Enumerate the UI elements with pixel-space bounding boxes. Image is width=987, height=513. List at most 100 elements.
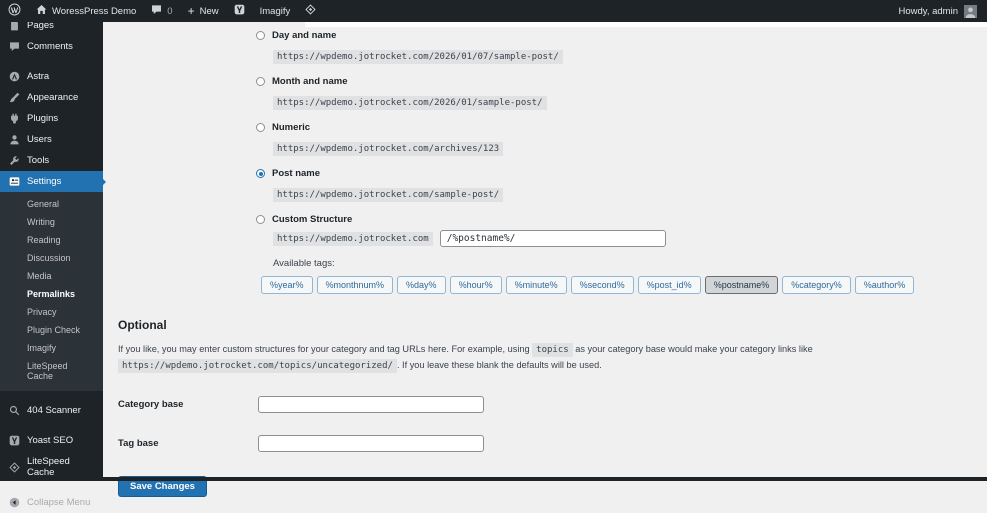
comments-icon xyxy=(8,41,20,52)
new-content-menu[interactable]: + New xyxy=(188,5,219,17)
tag-button-second[interactable]: %second% xyxy=(570,276,634,294)
settings-submenu-permalinks[interactable]: Permalinks xyxy=(0,285,103,303)
sidebar-item-settings[interactable]: Settings xyxy=(0,171,106,192)
tag-button-minute[interactable]: %minute% xyxy=(505,276,567,294)
radio-numeric[interactable] xyxy=(256,123,265,132)
home-icon xyxy=(36,4,47,18)
settings-submenu-privacy[interactable]: Privacy xyxy=(0,303,103,321)
sidebar-item-plugins[interactable]: Plugins xyxy=(0,108,103,129)
permalink-example: https://wpdemo.jotrocket.com/archives/12… xyxy=(273,138,987,156)
radio-custom-structure[interactable] xyxy=(256,215,265,224)
sidebar-item-label: Astra xyxy=(27,71,50,82)
sidebar-item-users[interactable]: Users xyxy=(0,129,103,150)
settings-submenu-reading[interactable]: Reading xyxy=(0,231,103,249)
site-name: WoressPress Demo xyxy=(52,5,137,17)
settings-icon xyxy=(8,176,20,187)
menu-gap xyxy=(0,421,103,430)
sidebar-item-label: 404 Scanner xyxy=(27,405,81,416)
users-icon xyxy=(8,134,20,145)
radio-post-name[interactable] xyxy=(256,169,265,178)
admin-bar: WoressPress Demo 0 + New Imagify Howdy, … xyxy=(0,0,987,22)
permalink-option-custom-structure[interactable]: Custom Structure xyxy=(256,214,987,225)
permalink-option-block: Numeric https://wpdemo.jotrocket.com/arch… xyxy=(256,122,987,156)
yoast-menu[interactable] xyxy=(234,4,245,18)
permalink-option-label: Post name xyxy=(272,168,321,179)
wordpress-logo-menu[interactable] xyxy=(8,3,21,19)
settings-submenu-writing[interactable]: Writing xyxy=(0,213,103,231)
permalink-example: https://wpdemo.jotrocket.com/sample-post… xyxy=(273,184,987,202)
permalink-option-label: Numeric xyxy=(272,122,311,133)
tag-button-year[interactable]: %year% xyxy=(261,276,313,294)
sidebar-item-label: Settings xyxy=(27,176,62,187)
main-content: Day and name https://wpdemo.jotrocket.com… xyxy=(103,22,987,497)
available-tags-row: %year% %monthnum% %day% %hour% %minute% %seco… xyxy=(261,276,987,294)
permalink-example: https://wpdemo.jotrocket.com/2026/01/07/… xyxy=(273,46,987,64)
sidebar-item-label: Collapse Menu xyxy=(27,497,91,508)
custom-structure-prefix: https://wpdemo.jotrocket.com xyxy=(273,231,433,246)
code-example-url: https://wpdemo.jotrocket.com/topics/unca… xyxy=(118,358,397,373)
sidebar-item-collapse-menu[interactable]: Collapse Menu xyxy=(0,492,103,513)
settings-submenu-general[interactable]: General xyxy=(0,195,103,213)
permalink-option-block: Custom Structure https://wpdemo.jotrocket… xyxy=(256,214,987,294)
permalink-example: https://wpdemo.jotrocket.com/2026/01/sam… xyxy=(273,92,987,110)
category-base-row: Category base xyxy=(118,395,987,413)
yoast-icon xyxy=(8,435,20,446)
permalink-option-block: Month and name https://wpdemo.jotrocket.c… xyxy=(256,76,987,110)
permalink-option-day-and-name[interactable]: Day and name xyxy=(256,30,987,41)
permalink-option-label: Day and name xyxy=(272,30,337,41)
imagify-menu[interactable]: Imagify xyxy=(260,6,291,17)
comments-menu[interactable]: 0 xyxy=(151,4,173,18)
howdy-menu[interactable]: Howdy, admin xyxy=(899,6,959,17)
tag-base-input[interactable] xyxy=(258,434,484,452)
sidebar-item-comments[interactable]: Comments xyxy=(0,36,103,57)
optional-section: Optional If you like, you may enter cust… xyxy=(103,306,987,497)
custom-structure-input[interactable] xyxy=(439,230,666,247)
sidebar-item-404-scanner[interactable]: 404 Scanner xyxy=(0,400,103,421)
tag-base-label: Tag base xyxy=(118,437,159,449)
settings-submenu-discussion[interactable]: Discussion xyxy=(0,249,103,267)
site-menu[interactable]: WoressPress Demo xyxy=(36,4,136,18)
radio-month-and-name[interactable] xyxy=(256,77,265,86)
appearance-icon xyxy=(8,92,20,103)
sidebar-item-tools[interactable]: Tools xyxy=(0,150,103,171)
tag-button-author[interactable]: %author% xyxy=(854,276,915,294)
settings-submenu-media[interactable]: Media xyxy=(0,267,103,285)
sidebar-item-label: Comments xyxy=(27,41,73,52)
tag-button-hour[interactable]: %hour% xyxy=(449,276,502,294)
radio-day-and-name[interactable] xyxy=(256,31,265,40)
litespeed-menu[interactable] xyxy=(305,4,316,18)
sidebar-item-label: Plugins xyxy=(27,113,59,124)
sidebar-item-label: Tools xyxy=(27,155,50,166)
comments-count: 0 xyxy=(167,5,173,17)
yoast-icon xyxy=(234,4,245,18)
description-text: . If you leave these blank the defaults … xyxy=(396,359,602,370)
sidebar-item-appearance[interactable]: Appearance xyxy=(0,87,103,108)
settings-submenu-plugin-check[interactable]: Plugin Check xyxy=(0,321,103,339)
sidebar-item-yoast-seo[interactable]: Yoast SEO xyxy=(0,430,103,451)
tag-button-postname[interactable]: %postname% xyxy=(704,276,779,294)
admin-bar-left: WoressPress Demo 0 + New Imagify xyxy=(8,3,316,19)
imagify-label: Imagify xyxy=(259,5,291,17)
tag-base-row: Tag base xyxy=(118,434,987,452)
permalink-option-label: Month and name xyxy=(272,76,348,87)
menu-gap xyxy=(0,391,103,400)
tag-button-category[interactable]: %category% xyxy=(782,276,851,294)
tag-button-day[interactable]: %day% xyxy=(397,276,446,294)
new-label: New xyxy=(199,5,219,17)
sidebar-item-astra[interactable]: Astra xyxy=(0,66,103,87)
example-url-code: https://wpdemo.jotrocket.com/2026/01/07/… xyxy=(273,50,563,64)
permalink-option-label: Custom Structure xyxy=(272,214,353,225)
description-text: If you like, you may enter custom struct… xyxy=(118,344,530,354)
permalink-option-block: Post name https://wpdemo.jotrocket.com/sa… xyxy=(256,168,987,202)
optional-heading: Optional xyxy=(118,318,167,332)
category-base-input[interactable] xyxy=(258,395,484,413)
settings-submenu-litespeed-cache[interactable]: LiteSpeed Cache xyxy=(0,357,103,385)
permalink-option-month-and-name[interactable]: Month and name xyxy=(256,76,987,87)
category-base-label: Category base xyxy=(118,398,184,410)
tag-button-post-id[interactable]: %post_id% xyxy=(637,276,701,294)
permalink-option-post-name[interactable]: Post name xyxy=(256,168,987,179)
tag-button-monthnum[interactable]: %monthnum% xyxy=(316,276,394,294)
permalink-option-numeric[interactable]: Numeric xyxy=(256,122,987,133)
settings-submenu-imagify[interactable]: Imagify xyxy=(0,339,103,357)
available-tags-label: Available tags: xyxy=(273,258,335,269)
